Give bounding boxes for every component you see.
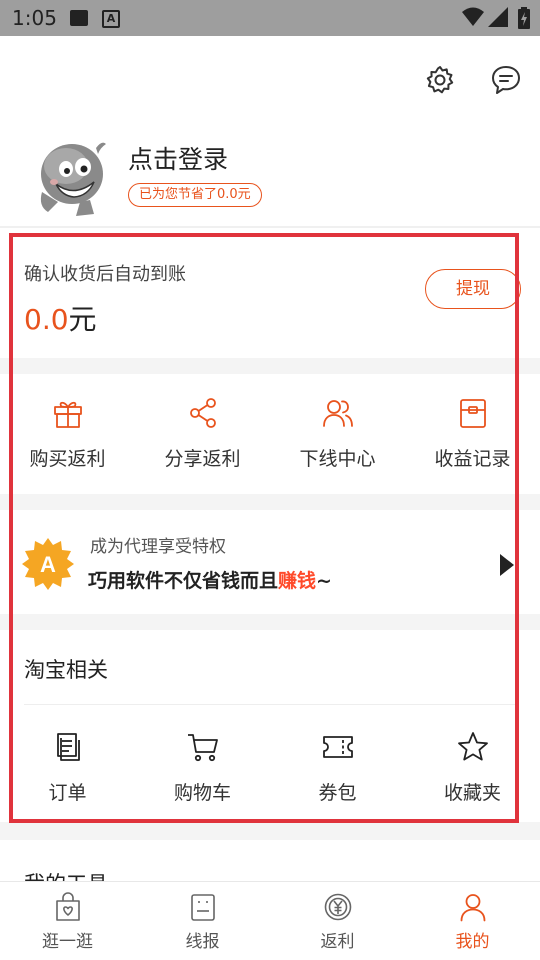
tab-label: 逛一逛 <box>42 932 93 952</box>
balance-amount: 0.0 <box>24 303 69 336</box>
tab-browse[interactable]: 逛一逛 <box>0 882 135 960</box>
yen-coin-icon <box>324 893 351 921</box>
taobao-item-coupons[interactable]: 券包 <box>270 726 405 818</box>
coupon-icon <box>322 736 353 758</box>
tab-mine[interactable]: 我的 <box>405 882 540 960</box>
rebate-item-label: 分享返利 <box>164 448 241 470</box>
profile-divider <box>0 226 540 228</box>
agent-headline: 巧用软件不仅省钱而且赚钱~ <box>88 566 332 593</box>
agent-badge-icon: A <box>22 538 74 590</box>
top-bar <box>0 36 540 126</box>
balance-value: 0.0元 <box>24 298 97 338</box>
shopping-bag-icon <box>55 892 80 921</box>
tools-section: 我的工具 <box>0 840 540 884</box>
withdraw-button[interactable]: 提现 <box>425 269 521 309</box>
users-icon <box>322 400 353 427</box>
order-icon <box>56 733 80 761</box>
tab-label: 线报 <box>185 932 220 952</box>
rebate-item-label: 下线中心 <box>299 448 376 470</box>
taobao-divider <box>24 704 516 705</box>
taobao-item-cart[interactable]: 购物车 <box>135 726 270 818</box>
share-icon <box>189 398 216 428</box>
balance-unit: 元 <box>68 303 97 336</box>
rebate-item-label: 收益记录 <box>434 448 511 470</box>
balance-label: 确认收货后自动到账 <box>24 264 186 285</box>
cart-icon <box>187 734 218 762</box>
taobao-action-grid: 订单 购物车 券包 收藏夹 <box>0 726 540 818</box>
battery-icon <box>518 7 530 29</box>
tab-label: 返利 <box>320 932 355 952</box>
status-time: 1:05 <box>12 6 57 30</box>
gift-icon <box>53 401 82 428</box>
taobao-item-label: 收藏夹 <box>443 782 501 804</box>
settings-gear-icon[interactable] <box>424 64 456 96</box>
agent-headline-accent: 赚钱 <box>278 570 317 592</box>
rebate-item-label: 购买返利 <box>29 448 106 470</box>
message-icon[interactable] <box>490 64 522 96</box>
agent-headline-prefix: 巧用软件不仅省钱而且 <box>88 570 279 592</box>
taobao-item-favorites[interactable]: 收藏夹 <box>405 726 540 818</box>
taobao-item-orders[interactable]: 订单 <box>0 726 135 818</box>
section-gap <box>0 494 540 510</box>
agent-banner[interactable]: A 成为代理享受特权 巧用软件不仅省钱而且赚钱~ <box>0 510 540 614</box>
wallet-icon <box>459 399 486 428</box>
saving-badge: 已为您节省了0.0元 <box>128 183 262 207</box>
person-icon <box>460 894 485 922</box>
news-icon <box>190 894 215 921</box>
chevron-right-icon[interactable] <box>500 554 514 576</box>
balance-card: 确认收货后自动到账 0.0元 提现 <box>0 240 540 358</box>
agent-badge-letter: A <box>40 552 56 577</box>
profile-section[interactable]: 点击登录 已为您节省了0.0元 <box>0 126 540 226</box>
signal-icon <box>488 7 508 27</box>
rebate-item-downline[interactable]: 下线中心 <box>270 374 405 494</box>
status-bar: 1:05 A <box>0 0 540 36</box>
mascot-avatar[interactable] <box>36 136 108 216</box>
wifi-icon <box>462 7 484 26</box>
rebate-action-grid: 购买返利 分享返利 下线中心 收益记录 <box>0 374 540 494</box>
image-notification-icon <box>70 10 88 26</box>
section-gap <box>0 358 540 374</box>
login-prompt[interactable]: 点击登录 <box>128 140 228 176</box>
taobao-item-label: 券包 <box>318 782 357 804</box>
section-gap <box>0 614 540 630</box>
rebate-item-share[interactable]: 分享返利 <box>135 374 270 494</box>
tab-news[interactable]: 线报 <box>135 882 270 960</box>
section-gap <box>0 822 540 840</box>
a-notification-icon: A <box>102 10 120 28</box>
bottom-tab-bar: 逛一逛 线报 返利 我的 <box>0 881 540 960</box>
tab-rebate[interactable]: 返利 <box>270 882 405 960</box>
rebate-item-earnings[interactable]: 收益记录 <box>405 374 540 494</box>
agent-subtitle: 成为代理享受特权 <box>90 537 226 557</box>
taobao-item-label: 订单 <box>48 782 87 804</box>
tab-label: 我的 <box>455 932 490 952</box>
rebate-item-buy[interactable]: 购买返利 <box>0 374 135 494</box>
agent-headline-suffix: ~ <box>316 570 332 592</box>
taobao-item-label: 购物车 <box>173 782 231 804</box>
taobao-section-title: 淘宝相关 <box>24 658 108 682</box>
star-icon <box>457 732 488 761</box>
